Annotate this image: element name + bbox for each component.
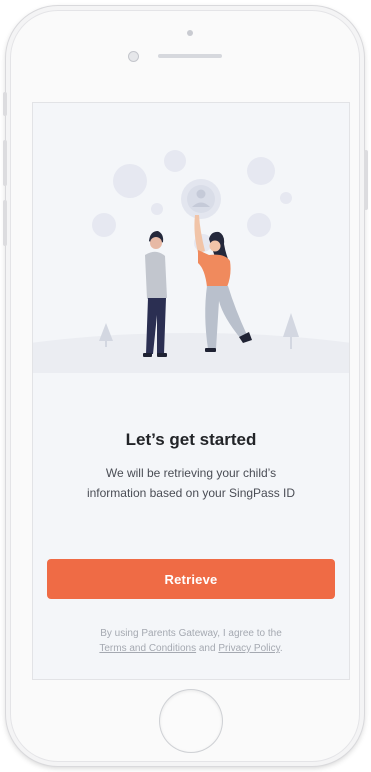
ground-shape — [33, 333, 349, 373]
subtitle-line-1: We will be retrieving your child’s — [105, 466, 277, 480]
legal-prefix: By using Parents Gateway, I agree to the — [100, 628, 282, 639]
volume-up-button — [3, 140, 7, 186]
bubble — [247, 157, 275, 185]
home-button[interactable] — [160, 690, 222, 752]
legal-and: and — [196, 643, 219, 654]
privacy-link[interactable]: Privacy Policy — [218, 643, 280, 654]
legal-suffix: . — [279, 643, 283, 654]
bubble — [247, 213, 271, 237]
bubble — [92, 213, 116, 237]
avatar-bubble-icon — [181, 179, 221, 219]
speaker-grille — [158, 54, 222, 58]
bubble — [164, 150, 186, 172]
bubble — [113, 164, 147, 198]
onboarding-illustration — [33, 150, 349, 373]
volume-down-button — [3, 200, 7, 246]
subtitle-line-2: information based on your SingPass ID — [86, 486, 296, 500]
legal-notice: By using Parents Gateway, I agree to the… — [53, 626, 329, 656]
legal-links-line: Terms and Conditions and Privacy Policy. — [53, 641, 329, 656]
page-title: Let’s get started — [125, 430, 257, 449]
bubble — [280, 192, 292, 204]
page-subtitle: We will be retrieving your child’s infor… — [57, 463, 325, 503]
terms-link[interactable]: Terms and Conditions — [99, 643, 196, 654]
camera-icon — [187, 30, 193, 36]
retrieve-button[interactable]: Retrieve — [47, 559, 335, 599]
bubble — [151, 203, 163, 215]
app-screen: Let’s get started We will be retrieving … — [33, 103, 349, 679]
mute-switch — [3, 92, 7, 116]
front-sensor-icon — [128, 51, 139, 62]
power-button — [364, 150, 368, 210]
